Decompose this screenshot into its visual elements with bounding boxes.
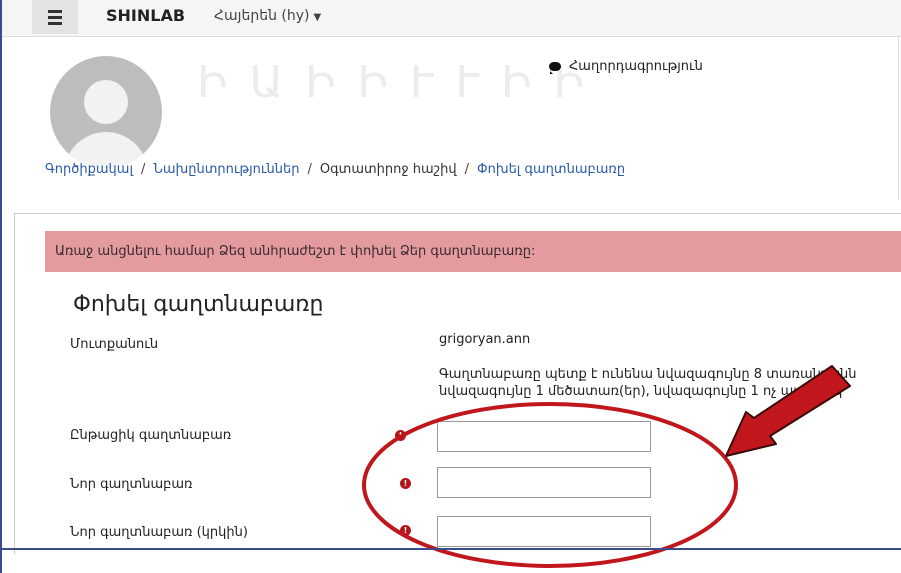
- username-value: grigoryan.ann: [439, 332, 531, 347]
- breadcrumb-dashboard[interactable]: Գործիքակալ: [45, 162, 133, 177]
- frame-bottom-border: [0, 548, 901, 550]
- breadcrumb: Գործիքակալ / Նախընտրություններ / Օգտատիրոջ հ…: [45, 162, 625, 177]
- chat-icon: [549, 62, 561, 74]
- caret-down-icon: ▼: [313, 12, 322, 23]
- current-password-input[interactable]: [437, 421, 651, 452]
- user-fullname-heading: Ի Ա Ի Ի Ւ Ւ Ի Ի: [197, 57, 588, 108]
- breadcrumb-change-password[interactable]: Փոխել գաղտնաբառը: [477, 162, 625, 177]
- username-label: Մուտքանուն: [70, 337, 159, 352]
- current-password-label: Ընթացիկ գաղտնաբառ: [70, 428, 232, 443]
- menu-toggle-button[interactable]: [32, 0, 78, 34]
- avatar-head-shape: [84, 80, 128, 124]
- new-password-input[interactable]: [437, 467, 651, 498]
- alert-text: Առաջ անցնելու համար Ձեզ անհրաժեշտ է փոխե…: [55, 244, 536, 259]
- page-header: Ի Ա Ի Ի Ւ Ւ Ի Ի Հաղորդագրություն Գործիքա…: [2, 37, 899, 199]
- required-icon: !: [400, 525, 411, 536]
- language-label: Հայերեն (hy): [214, 8, 310, 24]
- main-content-panel: Առաջ անցնելու համար Ձեզ անհրաժեշտ է փոխե…: [14, 213, 901, 554]
- site-brand[interactable]: SHINLAB: [106, 6, 185, 25]
- password-policy-line-1: Գաղտնաբառը պետք է ունենա նվազագույնը 8 տ…: [439, 367, 857, 382]
- required-icon: !: [395, 430, 406, 441]
- new-password-again-label: Նոր գաղտնաբառ (կրկին): [70, 525, 248, 540]
- new-password-again-input[interactable]: [437, 516, 651, 547]
- language-selector[interactable]: Հայերեն (hy) ▼: [214, 8, 321, 24]
- breadcrumb-separator: /: [307, 162, 312, 177]
- alert-banner: Առաջ անցնելու համար Ձեզ անհրաժեշտ է փոխե…: [45, 231, 901, 272]
- form-title: Փոխել գաղտնաբառը: [73, 292, 324, 317]
- required-icon: !: [400, 478, 411, 489]
- new-password-label: Նոր գաղտնաբառ: [70, 477, 193, 492]
- breadcrumb-preferences[interactable]: Նախընտրություններ: [153, 162, 299, 177]
- user-avatar[interactable]: [50, 56, 162, 168]
- breadcrumb-user-account: Օգտատիրոջ հաշիվ: [319, 162, 457, 177]
- password-policy-text: Գաղտնաբառը պետք է ունենա նվազագույնը 8 տ…: [439, 366, 901, 400]
- message-button[interactable]: Հաղորդագրություն: [549, 59, 703, 74]
- breadcrumb-separator: /: [140, 162, 146, 177]
- message-button-label: Հաղորդագրություն: [569, 59, 703, 74]
- top-navbar: SHINLAB Հայերեն (hy) ▼: [2, 0, 901, 37]
- password-policy-line-2: նվազագույնը 1 մեծատառ(եր), նվազագույնը 1…: [439, 384, 843, 399]
- breadcrumb-separator: /: [464, 162, 470, 177]
- hamburger-icon: [48, 9, 62, 25]
